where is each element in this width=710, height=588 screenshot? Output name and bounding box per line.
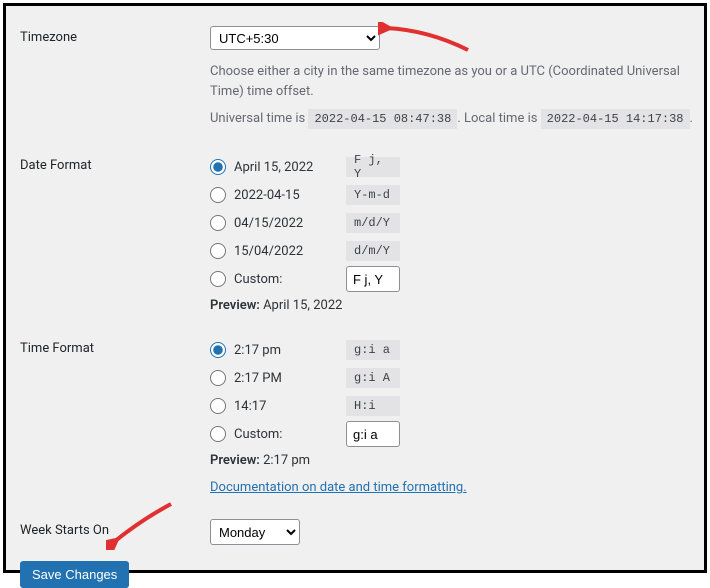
time-option-row: 2:17 PM g:i A (210, 365, 694, 391)
date-option-display-1: 2022-04-15 (234, 188, 346, 203)
time-option-radio-2[interactable] (210, 398, 226, 414)
time-custom-radio[interactable] (210, 426, 226, 442)
date-custom-radio[interactable] (210, 271, 226, 287)
date-option-code-1: Y-m-d (346, 185, 400, 205)
date-option-radio-3[interactable] (210, 243, 226, 259)
date-option-display-0: April 15, 2022 (234, 160, 346, 175)
date-option-row: 15/04/2022 d/m/Y (210, 238, 694, 264)
date-option-code-3: d/m/Y (346, 241, 400, 261)
date-custom-label: Custom: (234, 272, 346, 287)
date-format-label: Date Format (20, 144, 210, 327)
date-option-display-3: 15/04/2022 (234, 244, 346, 259)
time-option-code-1: g:i A (346, 368, 400, 388)
timezone-label: Timezone (20, 16, 210, 144)
time-option-display-1: 2:17 PM (234, 371, 346, 386)
date-option-radio-1[interactable] (210, 187, 226, 203)
week-starts-label: Week Starts On (20, 509, 210, 559)
time-option-display-2: 14:17 (234, 399, 346, 414)
time-format-label: Time Format (20, 327, 210, 509)
time-preview: Preview: 2:17 pm (210, 453, 694, 468)
time-option-display-0: 2:17 pm (234, 343, 346, 358)
date-option-display-2: 04/15/2022 (234, 216, 346, 231)
time-option-row: 14:17 H:i (210, 393, 694, 419)
time-option-code-0: g:i a (346, 340, 400, 360)
save-button[interactable]: Save Changes (20, 561, 129, 588)
date-option-row: April 15, 2022 F j, Y (210, 154, 694, 180)
time-custom-label: Custom: (234, 427, 346, 442)
date-option-row: 2022-04-15 Y-m-d (210, 182, 694, 208)
date-custom-row: Custom: (210, 266, 694, 292)
date-preview: Preview: April 15, 2022 (210, 298, 694, 313)
timezone-select[interactable]: UTC+5:30 (210, 26, 380, 50)
time-option-code-2: H:i (346, 396, 400, 416)
time-option-radio-0[interactable] (210, 342, 226, 358)
universal-time-value: 2022-04-15 08:47:38 (308, 109, 457, 129)
date-option-row: 04/15/2022 m/d/Y (210, 210, 694, 236)
time-option-radio-1[interactable] (210, 370, 226, 386)
doc-link[interactable]: Documentation on date and time formattin… (210, 480, 467, 495)
date-custom-input[interactable] (346, 266, 400, 292)
time-custom-row: Custom: (210, 421, 694, 447)
date-option-code-0: F j, Y (346, 157, 400, 177)
date-option-code-2: m/d/Y (346, 213, 400, 233)
date-option-radio-0[interactable] (210, 159, 226, 175)
week-starts-select[interactable]: Monday (210, 519, 300, 545)
local-time-value: 2022-04-15 14:17:38 (541, 109, 690, 129)
time-option-row: 2:17 pm g:i a (210, 337, 694, 363)
timezone-help-text: Choose either a city in the same timezon… (210, 62, 694, 101)
date-option-radio-2[interactable] (210, 215, 226, 231)
time-custom-input[interactable] (346, 421, 400, 447)
timezone-times: Universal time is 2022-04-15 08:47:38. L… (210, 111, 694, 126)
